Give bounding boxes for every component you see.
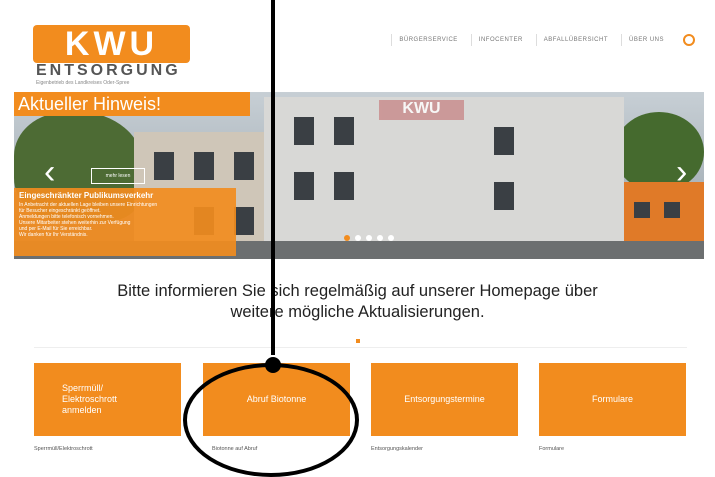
window <box>294 172 314 200</box>
tile-caption-sperrmuell[interactable]: Sperrmüll/Elektroschrott <box>34 446 93 452</box>
more-button[interactable]: mehr lesen <box>91 168 145 184</box>
slider-pagination <box>344 235 394 241</box>
window <box>634 202 650 218</box>
tile-formulare[interactable]: Formulare <box>539 363 686 436</box>
logo-mark: KWU <box>33 25 190 63</box>
nav-item-infocenter[interactable]: INFOCENTER <box>470 34 530 46</box>
search-icon[interactable] <box>683 34 695 46</box>
nav-item-ueber-uns[interactable]: ÜBER UNS <box>620 34 671 46</box>
info-message: Bitte informieren Sie sich regelmäßig au… <box>0 281 715 323</box>
window <box>334 117 354 145</box>
notice-title: Aktueller Hinweis! <box>14 92 250 116</box>
window <box>234 207 254 235</box>
logo-text: ENTSORGUNG <box>36 62 181 79</box>
window <box>664 202 680 218</box>
annotation-pointer-line <box>271 0 275 355</box>
divider <box>34 347 687 348</box>
tile-label: Formulare <box>591 394 633 404</box>
notice-box: Eingeschränkter Publikumsverkehr In Anbe… <box>14 188 236 256</box>
tile-entsorgungstermine[interactable]: Entsorgungstermine <box>371 363 518 436</box>
annotation-highlight-circle <box>183 363 359 477</box>
notice-line: Wir danken für Ihr Verständnis. <box>19 232 88 238</box>
info-line-2: weitere mögliche Aktualisierungen. <box>230 303 485 321</box>
logo-subtitle: Eigenbetrieb des Landkreises Oder-Spree <box>36 80 130 86</box>
notice-body: In Anbetracht der aktuellen Lage bleiben… <box>19 202 231 238</box>
notice-headline: Eingeschränkter Publikumsverkehr <box>19 191 154 200</box>
slider-bullet[interactable] <box>344 235 350 241</box>
section-marker <box>356 339 360 343</box>
slider-bullet[interactable] <box>377 235 383 241</box>
info-line-1: Bitte informieren Sie sich regelmäßig au… <box>117 282 598 300</box>
window <box>494 182 514 210</box>
slider-bullet[interactable] <box>355 235 361 241</box>
slider-bullet[interactable] <box>388 235 394 241</box>
tile-label: Entsorgungstermine <box>404 394 485 404</box>
window <box>294 117 314 145</box>
nav-item-buergerservice[interactable]: BÜRGERSERVICE <box>391 34 464 46</box>
window <box>494 127 514 155</box>
tile-sperrmuell[interactable]: Sperrmüll/ Elektroschrott anmelden <box>34 363 181 436</box>
kwu-logo[interactable]: KWU ENTSORGUNG Eigenbetrieb des Landkrei… <box>33 25 203 86</box>
slider-prev-arrow-icon[interactable]: ‹ <box>44 155 64 189</box>
nav-item-abfalluebersicht[interactable]: ABFALLÜBERSICHT <box>535 34 615 46</box>
main-nav: BÜRGERSERVICE INFOCENTER ABFALLÜBERSICHT… <box>391 34 695 46</box>
tile-caption-entsorgung[interactable]: Entsorgungskalender <box>371 446 423 452</box>
building-sign: KWU <box>379 100 464 120</box>
tile-caption-formulare[interactable]: Formulare <box>539 446 564 452</box>
window <box>334 172 354 200</box>
window <box>194 152 214 180</box>
window <box>154 152 174 180</box>
hero-slider: KWU Aktueller Hinweis! mehr lesen Einges… <box>14 92 704 259</box>
slider-next-arrow-icon[interactable]: › <box>676 155 696 189</box>
slider-bullet[interactable] <box>366 235 372 241</box>
tile-label: Sperrmüll/ Elektroschrott anmelden <box>62 383 118 415</box>
logo-mark-text: KWU <box>64 24 159 63</box>
window <box>234 152 254 180</box>
